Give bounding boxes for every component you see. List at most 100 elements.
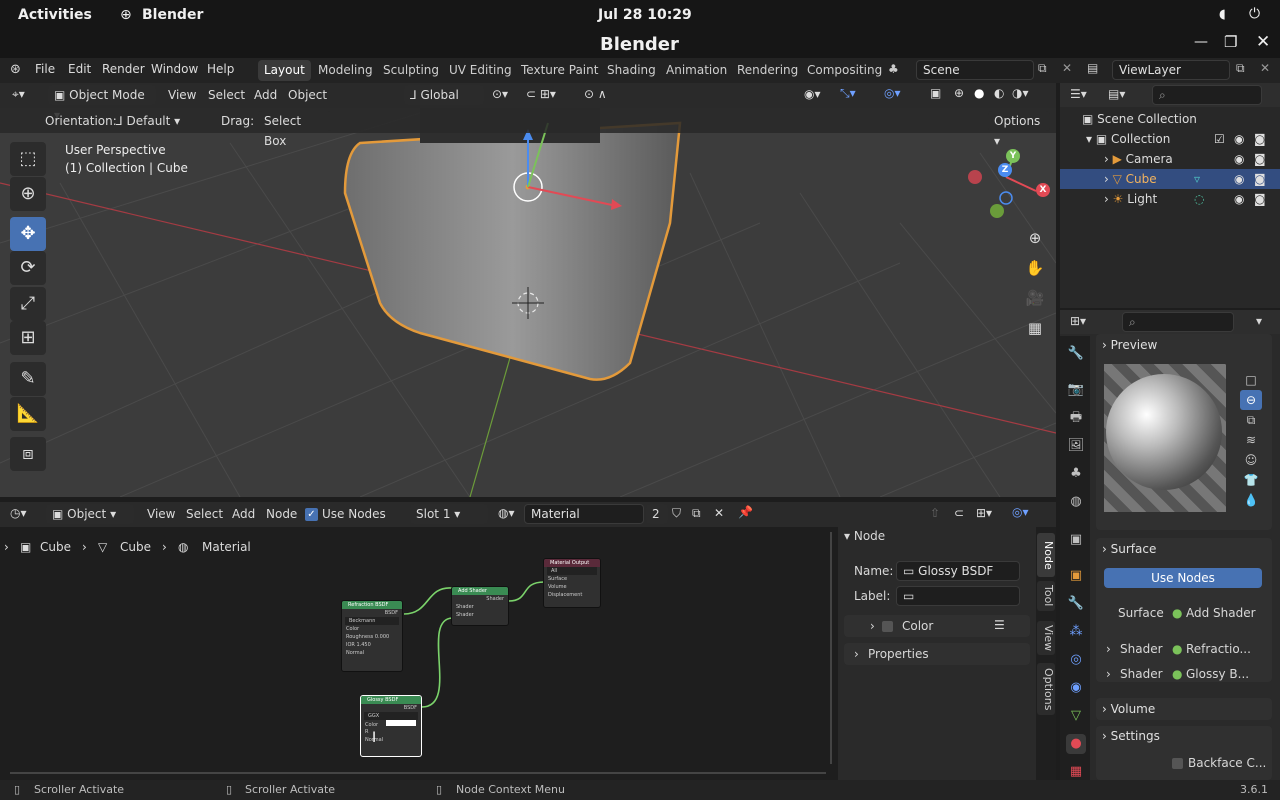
tab-modeling[interactable]: Modeling — [312, 60, 379, 81]
menu-render[interactable]: Render — [102, 62, 145, 76]
scene-tab-icon[interactable]: ♣ — [1066, 464, 1086, 484]
preview-hair-icon[interactable]: ≋ — [1240, 430, 1262, 450]
constraints-tab-icon[interactable]: ◉ — [1066, 678, 1086, 698]
texture-tab-icon[interactable]: ▦ — [1066, 762, 1086, 782]
node-overlay-icon[interactable]: ◎▾ — [1012, 505, 1029, 519]
scene-collection-row[interactable]: ▣ Scene Collection — [1060, 109, 1280, 129]
physics-tab-icon[interactable]: ◎ — [1066, 650, 1086, 670]
use-nodes-button[interactable]: Use Nodes — [1104, 568, 1262, 588]
nav-y-axis[interactable]: Y — [1006, 149, 1020, 163]
preview-panel-header[interactable]: › Preview — [1102, 338, 1157, 352]
preview-cloth-icon[interactable]: 👕 — [1240, 470, 1262, 490]
tab-shading[interactable]: Shading — [601, 60, 662, 81]
expand-camera-icon[interactable]: › — [1104, 152, 1113, 166]
node-menu-node[interactable]: Node — [266, 507, 297, 521]
shader2-value[interactable]: Glossy B... — [1186, 667, 1249, 681]
node-output-target[interactable]: All — [547, 567, 597, 575]
viewport-menu-select[interactable]: Select — [208, 88, 245, 102]
annotate-tool[interactable]: ✎ — [10, 362, 46, 396]
color-subpanel[interactable]: › Color ☰ — [844, 615, 1030, 637]
slot-dropdown[interactable]: Slot 1 ▾ — [410, 504, 488, 524]
light-data-icon[interactable]: ◌ — [1194, 189, 1204, 209]
outliner-item-cube[interactable]: › ▽ Cube ▿ ◉ ◙ — [1060, 169, 1280, 189]
breadcrumb-material[interactable]: Material — [202, 540, 282, 554]
camera-eye-icon[interactable]: ◉ — [1234, 149, 1244, 169]
nav-x-axis[interactable]: X — [1036, 183, 1050, 197]
select-box-tool[interactable]: ⬚ — [10, 142, 46, 176]
node-editor-type-icon[interactable]: ◷▾ — [10, 506, 27, 520]
scale-tool[interactable]: ⤢ — [10, 287, 46, 321]
node-snap-options-icon[interactable]: ⊞▾ — [976, 506, 992, 520]
surface-value[interactable]: Add Shader — [1186, 606, 1256, 620]
node-glossy-bsdf[interactable]: Glossy BSDF BSDF GGX Color R Normal — [360, 695, 422, 757]
preview-sphere-icon[interactable]: ⊖ — [1240, 390, 1262, 410]
zoom-icon[interactable]: ⊕ — [1022, 225, 1048, 251]
node-snap-icon[interactable]: ⊂ — [954, 506, 964, 520]
volume-icon[interactable]: ◖ — [1219, 7, 1226, 22]
transform-tool[interactable]: ⊞ — [10, 321, 46, 355]
cursor-tool[interactable]: ⊕ — [10, 177, 46, 211]
display-mode-icon[interactable]: ▤▾ — [1108, 87, 1125, 101]
outliner-search[interactable]: ⌕ — [1152, 85, 1262, 105]
node-label-field[interactable]: ▭ — [896, 586, 1020, 606]
tab-uv-editing[interactable]: UV Editing — [443, 60, 518, 81]
expand-cube-icon[interactable]: › — [1104, 172, 1113, 186]
use-nodes-checkbox[interactable]: ✓ — [305, 508, 318, 521]
menu-window[interactable]: Window — [151, 62, 198, 76]
minimize-icon[interactable]: — — [1194, 34, 1208, 50]
view-layer-tab-icon[interactable]: 🖼 — [1066, 436, 1086, 456]
node-menu-add[interactable]: Add — [232, 507, 255, 521]
menu-help[interactable]: Help — [207, 62, 234, 76]
pin-icon[interactable]: 📌 — [738, 505, 753, 519]
collection-eye-icon[interactable]: ◉ — [1234, 129, 1244, 149]
preview-monkey-icon[interactable]: ☺ — [1240, 450, 1262, 470]
material-tab-icon[interactable]: ● — [1066, 734, 1086, 754]
camera-render-icon[interactable]: ◙ — [1254, 149, 1266, 169]
outliner-editor-icon[interactable]: ☰▾ — [1070, 87, 1087, 101]
node-add-shader[interactable]: Add Shader Shader Shader Shader — [451, 586, 509, 626]
new-scene-icon[interactable]: ⧉ — [1038, 61, 1047, 76]
cube-mesh-data-icon[interactable]: ▿ — [1194, 169, 1200, 189]
preview-flat-icon[interactable]: □ — [1240, 370, 1262, 390]
unlink-material-icon[interactable]: ✕ — [714, 506, 724, 520]
tab-animation[interactable]: Animation — [660, 60, 733, 81]
shader1-value[interactable]: Refractio... — [1186, 642, 1251, 656]
camera-view-icon[interactable]: 🎥 — [1022, 285, 1048, 311]
node-glossy-color-swatch[interactable] — [386, 720, 417, 726]
node-refraction-roughness[interactable]: Roughness 0.000 — [342, 633, 402, 641]
color-presets-icon[interactable]: ☰ — [994, 618, 1005, 632]
delete-scene-icon[interactable]: ✕ — [1062, 61, 1072, 75]
gizmo-toggle-icon[interactable]: ⤡▾ — [840, 86, 856, 101]
expand-light-icon[interactable]: › — [1104, 192, 1113, 206]
world-tab-icon[interactable]: ◍ — [1066, 492, 1086, 512]
viewport-menu-object[interactable]: Object — [288, 88, 327, 102]
snap-icon[interactable]: ⊂ ⊞▾ — [526, 87, 556, 101]
cube-object[interactable] — [343, 121, 682, 381]
sidebar-tab-view[interactable]: View — [1037, 621, 1055, 655]
nav-neg-x[interactable] — [968, 170, 982, 184]
scene-field[interactable]: Scene — [916, 60, 1034, 80]
transform-orientation-dropdown[interactable]: ⅃ Global — [404, 85, 484, 105]
node-refraction-header[interactable]: Refraction BSDF — [342, 601, 402, 609]
xray-icon[interactable]: ▣ — [930, 86, 941, 100]
node-refraction-dist[interactable]: Beckmann — [345, 617, 399, 625]
cube-render-icon[interactable]: ◙ — [1254, 169, 1266, 189]
delete-view-layer-icon[interactable]: ✕ — [1260, 61, 1270, 75]
viewport-menu-view[interactable]: View — [168, 88, 196, 102]
properties-search[interactable]: ⌕ — [1122, 312, 1234, 332]
ortho-grid-icon[interactable]: ▦ — [1022, 315, 1048, 341]
nav-neg-y[interactable] — [990, 204, 1004, 218]
outliner-item-camera[interactable]: › ▶ Camera ◉ ◙ — [1060, 149, 1280, 169]
properties-options-icon[interactable]: ▾ — [1256, 314, 1262, 328]
nav-z-axis[interactable]: Z — [998, 163, 1012, 177]
viewport-menu-add[interactable]: Add — [254, 88, 277, 102]
options-dropdown[interactable]: Options ▾ — [988, 111, 1050, 148]
tab-layout[interactable]: Layout — [258, 60, 311, 81]
object-tab-icon[interactable]: ▣ — [1066, 566, 1086, 586]
node-material-output[interactable]: Material Output All Surface Volume Displ… — [543, 558, 601, 608]
rotate-tool[interactable]: ⟳ — [10, 251, 46, 285]
close-icon[interactable]: ✕ — [1256, 32, 1270, 52]
node-output-header[interactable]: Material Output — [544, 559, 600, 567]
view-layer-field[interactable]: ViewLayer — [1112, 60, 1230, 80]
rendered-shading-icon[interactable]: ◑▾ — [1012, 86, 1029, 100]
